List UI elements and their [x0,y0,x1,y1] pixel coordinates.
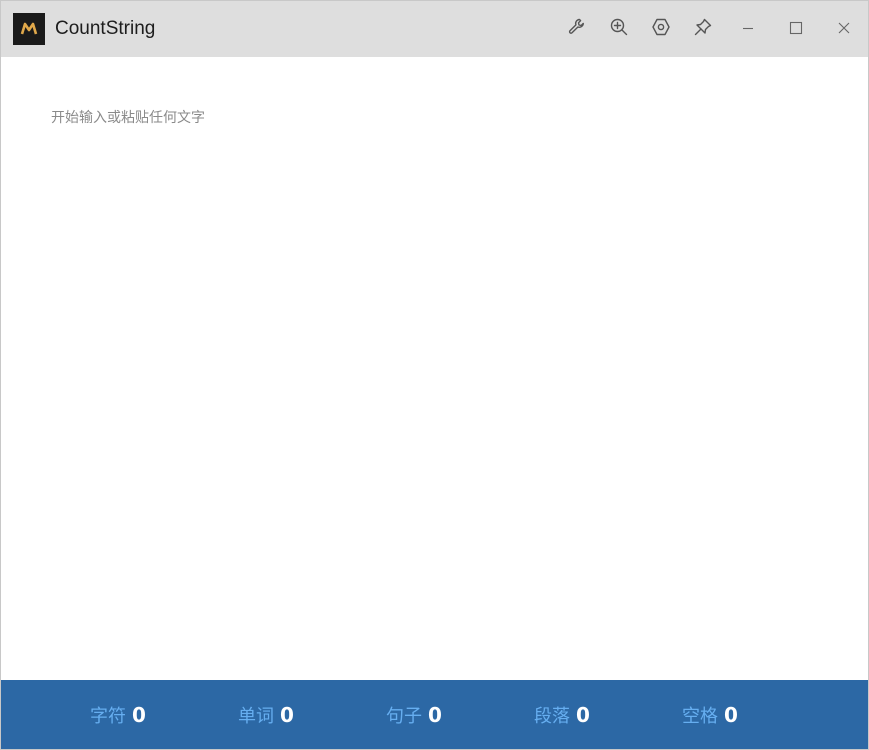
stat-label: 字符 [90,705,126,727]
close-icon [837,20,851,39]
stat-value: 0 [428,702,442,727]
stat-label: 句子 [386,705,422,727]
status-bar: 字符 0 单词 0 句子 0 段落 0 空格 0 [1,680,868,749]
toolbar [556,1,868,57]
stat-label: 单词 [238,705,274,727]
close-button[interactable] [820,1,868,57]
stat-label: 段落 [534,705,570,727]
minimize-icon [741,20,755,39]
zoom-in-icon [609,17,629,41]
maximize-button[interactable] [772,1,820,57]
stat-value: 0 [280,702,294,727]
wrench-button[interactable] [556,1,598,57]
pin-icon [693,17,713,41]
stat-paragraphs: 段落 0 [534,680,590,749]
stat-spaces: 空格 0 [682,680,738,749]
maximize-icon [789,20,803,39]
stat-words: 单词 0 [238,680,294,749]
text-input[interactable] [41,97,841,677]
app-logo-icon [13,13,45,45]
minimize-button[interactable] [724,1,772,57]
app-title: CountString [55,18,156,39]
settings-icon [651,17,671,41]
stat-sentences: 句子 0 [386,680,442,749]
stat-value: 0 [576,702,590,727]
stat-value: 0 [724,702,738,727]
stat-label: 空格 [682,705,718,727]
app-window: CountString 开始输入或粘贴任何文字 字符 0 单词 0 句子 0 段… [0,0,869,750]
settings-button[interactable] [640,1,682,57]
pin-button[interactable] [682,1,724,57]
title-bar[interactable]: CountString [1,1,868,57]
stat-value: 0 [132,702,146,727]
editor-area [1,57,868,679]
stat-characters: 字符 0 [90,680,146,749]
wrench-icon [567,17,587,41]
zoom-in-button[interactable] [598,1,640,57]
